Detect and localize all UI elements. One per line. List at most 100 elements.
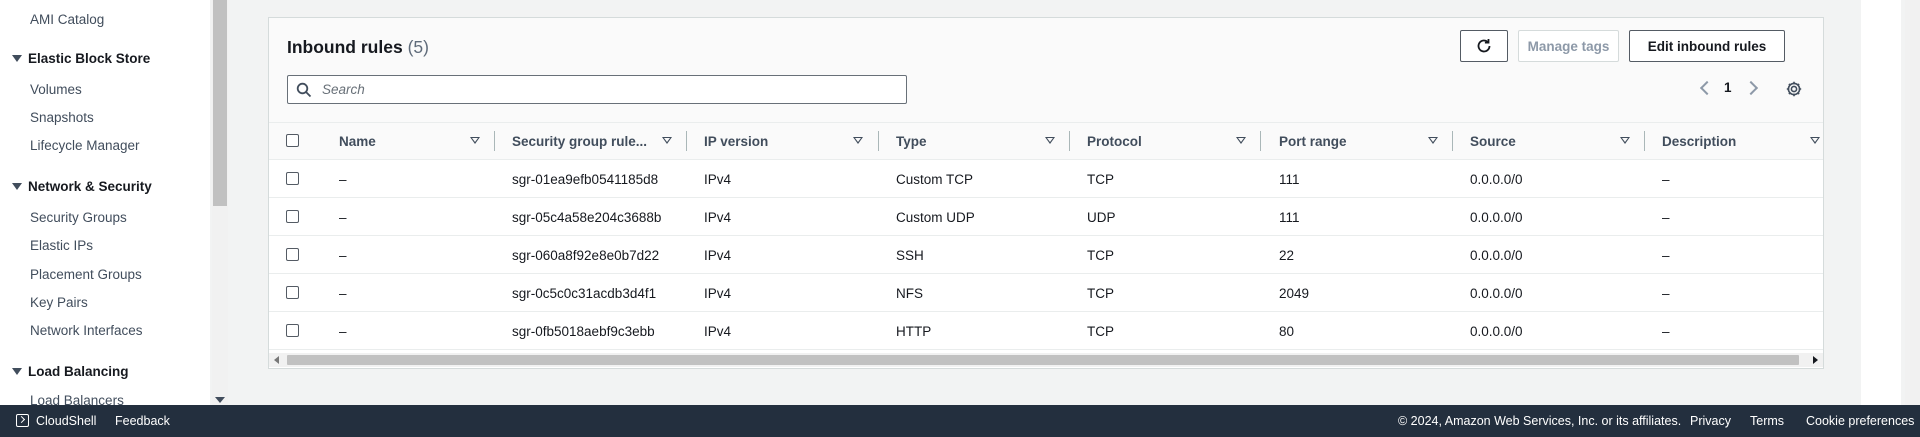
cell-rule-id: sgr-0c5c0c31acdb3d4f1 (512, 285, 657, 301)
sidebar-section-load-balancing[interactable]: Load Balancing (12, 364, 129, 379)
privacy-link[interactable]: Privacy (1690, 414, 1731, 428)
table-scroll-thumb[interactable] (287, 355, 1799, 365)
cell-ip-version: IPv4 (704, 171, 732, 187)
row-checkbox[interactable] (286, 210, 299, 223)
select-all-checkbox[interactable] (286, 134, 299, 147)
table-row[interactable]: – sgr-060a8f92e8e0b7d22 IPv4 SSH TCP 22 … (269, 236, 1823, 274)
edit-inbound-rules-button[interactable]: Edit inbound rules (1629, 30, 1785, 62)
column-header-source[interactable]: Source (1470, 123, 1516, 159)
column-header-rule-id[interactable]: Security group rule... (512, 123, 647, 159)
sidebar-section-ebs[interactable]: Elastic Block Store (12, 51, 150, 66)
sidebar-nav: AMI Catalog Elastic Block Store Volumes … (0, 0, 210, 405)
sidebar-item-network-interfaces[interactable]: Network Interfaces (30, 323, 143, 338)
refresh-button[interactable] (1460, 30, 1508, 62)
column-divider[interactable] (1069, 131, 1070, 151)
table-row[interactable]: – sgr-0c5c0c31acdb3d4f1 IPv4 NFS TCP 204… (269, 274, 1823, 312)
cell-source: 0.0.0.0/0 (1470, 285, 1523, 301)
cell-source: 0.0.0.0/0 (1470, 171, 1523, 187)
page-number[interactable]: 1 (1724, 80, 1732, 95)
page-scrollbar[interactable] (1905, 0, 1920, 405)
column-divider[interactable] (1260, 131, 1261, 151)
table-horizontal-scrollbar[interactable] (269, 353, 1823, 367)
search-input[interactable] (320, 81, 884, 98)
table-row[interactable]: – sgr-0fb5018aebf9c3ebb IPv4 HTTP TCP 80… (269, 312, 1823, 350)
row-checkbox[interactable] (286, 172, 299, 185)
row-checkbox[interactable] (286, 324, 299, 337)
cell-protocol: TCP (1087, 171, 1114, 187)
pagination: 1 (1699, 80, 1758, 95)
column-divider[interactable] (686, 131, 687, 151)
sort-icon[interactable] (470, 137, 480, 144)
sort-icon[interactable] (1045, 137, 1055, 144)
chevron-left-icon[interactable] (1699, 80, 1715, 95)
cell-type: NFS (896, 285, 923, 301)
inbound-rules-panel: Inbound rules (5) Manage tags Edit inbou… (268, 17, 1824, 369)
scroll-right-icon[interactable] (1813, 356, 1818, 364)
cookie-preferences-link[interactable]: Cookie preferences (1806, 414, 1914, 428)
feedback-link[interactable]: Feedback (115, 414, 170, 428)
sidebar-scrollbar[interactable] (212, 0, 228, 405)
cell-type: Custom UDP (896, 209, 975, 225)
sort-icon[interactable] (1620, 137, 1630, 144)
cell-description: – (1662, 285, 1670, 301)
cell-protocol: TCP (1087, 323, 1114, 339)
cell-source: 0.0.0.0/0 (1470, 247, 1523, 263)
column-header-protocol[interactable]: Protocol (1087, 123, 1142, 159)
column-header-description[interactable]: Description (1662, 123, 1736, 159)
sort-icon[interactable] (1428, 137, 1438, 144)
sidebar-item-load-balancers[interactable]: Load Balancers (30, 393, 124, 405)
column-header-port-range[interactable]: Port range (1279, 123, 1347, 159)
column-header-ip-version[interactable]: IP version (704, 123, 768, 159)
column-divider[interactable] (494, 131, 495, 151)
caret-down-icon (12, 183, 22, 190)
sidebar-item-placement-groups[interactable]: Placement Groups (30, 267, 142, 282)
cell-rule-id: sgr-05c4a58e204c3688b (512, 209, 662, 225)
cloudshell-icon[interactable] (16, 414, 29, 427)
sidebar-section-title: Load Balancing (28, 364, 129, 379)
row-checkbox[interactable] (286, 248, 299, 261)
manage-tags-button[interactable]: Manage tags (1518, 30, 1619, 62)
column-divider[interactable] (1644, 131, 1645, 151)
sidebar-scroll-thumb[interactable] (213, 0, 227, 206)
cell-type: SSH (896, 247, 924, 263)
cloudshell-link[interactable]: CloudShell (36, 414, 96, 428)
sidebar-item-key-pairs[interactable]: Key Pairs (30, 295, 88, 310)
cell-type: Custom TCP (896, 171, 974, 187)
sort-icon[interactable] (1810, 137, 1820, 144)
gear-icon[interactable] (1785, 80, 1803, 98)
search-box (287, 75, 907, 104)
column-divider[interactable] (1452, 131, 1453, 151)
cell-ip-version: IPv4 (704, 209, 732, 225)
sidebar-item-security-groups[interactable]: Security Groups (30, 210, 127, 225)
cell-port-range: 2049 (1279, 285, 1310, 301)
sidebar-section-network-security[interactable]: Network & Security (12, 179, 152, 194)
search-icon (296, 82, 312, 97)
sidebar-item-lifecycle-manager[interactable]: Lifecycle Manager (30, 138, 140, 153)
sort-icon[interactable] (662, 137, 672, 144)
table-row[interactable]: – sgr-01ea9efb0541185d8 IPv4 Custom TCP … (269, 160, 1823, 198)
table-row[interactable]: – sgr-05c4a58e204c3688b IPv4 Custom UDP … (269, 198, 1823, 236)
cell-port-range: 80 (1279, 323, 1295, 339)
scroll-left-icon[interactable] (274, 356, 279, 364)
cell-rule-id: sgr-01ea9efb0541185d8 (512, 171, 659, 187)
row-checkbox[interactable] (286, 286, 299, 299)
sidebar-item-snapshots[interactable]: Snapshots (30, 110, 94, 125)
cell-description: – (1662, 209, 1670, 225)
column-header-name[interactable]: Name (339, 123, 376, 159)
cell-description: – (1662, 323, 1670, 339)
sidebar-item-elastic-ips[interactable]: Elastic IPs (30, 238, 93, 253)
cell-ip-version: IPv4 (704, 247, 732, 263)
cell-rule-id: sgr-060a8f92e8e0b7d22 (512, 247, 660, 263)
chevron-right-icon[interactable] (1743, 80, 1758, 95)
cell-name: – (339, 209, 347, 225)
column-divider[interactable] (878, 131, 879, 151)
sort-icon[interactable] (1236, 137, 1246, 144)
terms-link[interactable]: Terms (1750, 414, 1784, 428)
cell-name: – (339, 247, 347, 263)
cell-source: 0.0.0.0/0 (1470, 209, 1523, 225)
sidebar-item-ami-catalog[interactable]: AMI Catalog (30, 12, 104, 27)
column-header-type[interactable]: Type (896, 123, 927, 159)
sidebar-item-volumes[interactable]: Volumes (30, 82, 82, 97)
sort-icon[interactable] (853, 137, 863, 144)
scroll-down-icon[interactable] (215, 397, 225, 403)
